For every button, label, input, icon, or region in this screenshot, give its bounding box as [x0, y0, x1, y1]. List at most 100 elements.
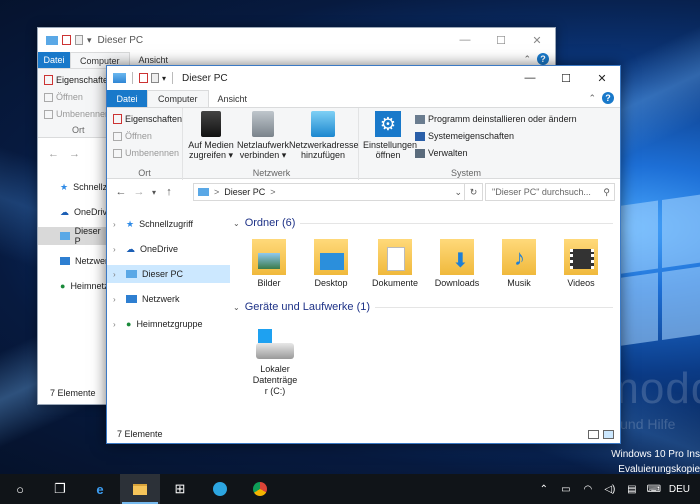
tab-file[interactable]: Datei	[38, 52, 70, 68]
back-arrow-icon[interactable]: ←	[48, 148, 59, 160]
nav-item-network[interactable]: › Netzwerk	[107, 290, 230, 308]
help-icon[interactable]: ?	[537, 53, 549, 65]
nav-item-thispc[interactable]: › Dieser PC	[107, 265, 230, 283]
network-icon[interactable]: ◠	[577, 484, 599, 495]
cloud-icon: ☁	[60, 206, 69, 217]
task-view-icon[interactable]: ❐	[40, 474, 80, 504]
folder-videos[interactable]: Videos	[553, 239, 609, 288]
search-input[interactable]: "Dieser PC" durchsuch... ⚲	[485, 183, 615, 201]
network-icon	[60, 257, 70, 265]
help-icon[interactable]: ?	[602, 92, 614, 104]
battery-icon[interactable]: ▭	[555, 484, 577, 495]
rename-button[interactable]: Umbenennen	[113, 145, 179, 161]
refresh-icon[interactable]: ↻	[464, 184, 482, 200]
settings-label-2: öffnen	[375, 150, 401, 160]
drive-c[interactable]: Lokaler Datenträge r (C:)	[245, 329, 305, 397]
homegroup-icon: ●	[126, 319, 132, 329]
notification-icon[interactable]: ▤	[621, 484, 643, 495]
breadcrumb[interactable]: Dieser PC	[224, 187, 265, 197]
map-network-drive-button[interactable]: Netzlaufwerk verbinden ▾	[237, 111, 289, 160]
ribbon-collapse-icon[interactable]: ⌃	[523, 54, 531, 65]
minimize-button[interactable]: —	[447, 28, 483, 52]
folder-new-icon[interactable]	[75, 35, 83, 45]
details-view-icon[interactable]	[588, 430, 599, 439]
properties-button[interactable]: Eigenschaften	[44, 72, 113, 88]
minimize-button[interactable]: —	[512, 66, 548, 90]
chevron-right-icon[interactable]: ›	[113, 245, 121, 254]
tab-computer[interactable]: Computer	[147, 90, 209, 107]
uninstall-label: Programm deinstallieren oder ändern	[428, 114, 577, 124]
chevron-right-icon[interactable]: ›	[113, 220, 121, 229]
nav-item-onedrive[interactable]: › ☁ OneDrive	[107, 240, 230, 258]
qat-dropdown-icon[interactable]: ▾	[162, 74, 166, 83]
search-icon[interactable]: ○	[0, 474, 40, 504]
chevron-right-icon[interactable]: ›	[113, 270, 121, 279]
properties-button[interactable]: Eigenschaften	[113, 111, 182, 127]
folder-desktop[interactable]: Desktop	[303, 239, 359, 288]
ribbon-collapse-icon[interactable]: ⌃	[588, 93, 596, 104]
close-button[interactable]: ✕	[519, 28, 555, 52]
folder-label: Downloads	[434, 278, 480, 288]
documents-folder-icon	[378, 239, 412, 275]
chevron-up-icon[interactable]: ⌃	[533, 484, 555, 495]
rename-button[interactable]: Umbenennen	[44, 106, 110, 122]
open-settings-button[interactable]: ⚙ Einstellungen öffnen	[363, 111, 417, 160]
large-icons-view-icon[interactable]	[603, 430, 614, 439]
open-label: Öffnen	[56, 92, 83, 102]
new-folder-icon[interactable]	[151, 73, 159, 83]
explorer-window[interactable]: ▾ Dieser PC — ☐ ✕ Datei Computer Ansicht…	[106, 65, 621, 444]
edge-icon[interactable]: e	[80, 474, 120, 504]
up-arrow-icon[interactable]: ↑	[161, 186, 177, 198]
back-titlebar[interactable]: ▾ Dieser PC — ☐ ✕	[38, 28, 555, 52]
folder-pictures[interactable]: Bilder	[241, 239, 297, 288]
chevron-right-icon[interactable]: ›	[113, 295, 121, 304]
programs-icon	[415, 114, 425, 124]
maximize-button[interactable]: ☐	[548, 66, 584, 90]
folder-documents[interactable]: Dokumente	[367, 239, 423, 288]
address-bar[interactable]: > Dieser PC > ⌄ ↻	[193, 183, 483, 201]
folder-music[interactable]: ♪ Musik	[491, 239, 547, 288]
forward-arrow-icon[interactable]: →	[69, 148, 80, 160]
properties-check-icon[interactable]	[62, 35, 71, 45]
tab-view[interactable]: Ansicht	[209, 90, 257, 107]
back-nav-arrows: ← →	[48, 148, 80, 160]
open-button[interactable]: Öffnen	[113, 128, 152, 144]
nav-item-thispc[interactable]: Dieser P	[38, 226, 108, 246]
close-button[interactable]: ✕	[584, 66, 620, 90]
chevron-down-icon[interactable]: ⌄	[233, 303, 240, 312]
store-icon[interactable]: ⊞	[160, 474, 200, 504]
volume-icon[interactable]: ◁)	[599, 484, 621, 495]
open-button[interactable]: Öffnen	[44, 89, 83, 105]
window-title: Dieser PC	[182, 72, 228, 84]
folders-group-header[interactable]: ⌄ Ordner (6)	[233, 217, 613, 229]
keyboard-icon[interactable]: ⌨	[643, 484, 665, 495]
address-dropdown-icon[interactable]: ⌄	[454, 187, 462, 198]
chevron-down-icon[interactable]: ⌄	[233, 219, 240, 228]
back-arrow-icon[interactable]: ←	[113, 186, 129, 198]
tab-file[interactable]: Datei	[107, 90, 147, 107]
chrome-icon[interactable]	[240, 474, 280, 504]
drives-group-header[interactable]: ⌄ Geräte und Laufwerke (1)	[233, 301, 613, 313]
language-indicator[interactable]: DEU	[665, 484, 700, 495]
nav-item-quickaccess[interactable]: › ★ Schnellzugriff	[107, 215, 230, 233]
qat-dropdown-icon[interactable]: ▾	[87, 35, 92, 46]
file-explorer-icon[interactable]	[120, 474, 160, 504]
system-properties-button[interactable]: Systemeigenschaften	[415, 128, 514, 144]
add-network-location-button[interactable]: Netzwerkadresse hinzufügen	[289, 111, 359, 160]
properties-check-icon[interactable]	[139, 73, 148, 83]
titlebar[interactable]: ▾ Dieser PC — ☐ ✕	[107, 66, 620, 90]
access-media-button[interactable]: Auf Medien zugreifen ▾	[187, 111, 235, 160]
uninstall-program-button[interactable]: Programm deinstallieren oder ändern	[415, 111, 577, 127]
telegram-icon[interactable]	[200, 474, 240, 504]
qat-separator	[172, 72, 174, 84]
manage-button[interactable]: Verwalten	[415, 145, 468, 161]
chevron-right-icon[interactable]: ›	[113, 320, 121, 329]
drive-label-line3: r (C:)	[264, 386, 286, 396]
nav-item-homegroup[interactable]: › ● Heimnetzgruppe	[107, 315, 230, 333]
properties-icon	[113, 114, 122, 124]
recent-dropdown-icon[interactable]: ▾	[149, 188, 159, 197]
forward-arrow-icon[interactable]: →	[131, 186, 147, 198]
maximize-button[interactable]: ☐	[483, 28, 519, 52]
folder-downloads[interactable]: ⬇ Downloads	[429, 239, 485, 288]
group-label-ort: Ort	[72, 125, 85, 135]
